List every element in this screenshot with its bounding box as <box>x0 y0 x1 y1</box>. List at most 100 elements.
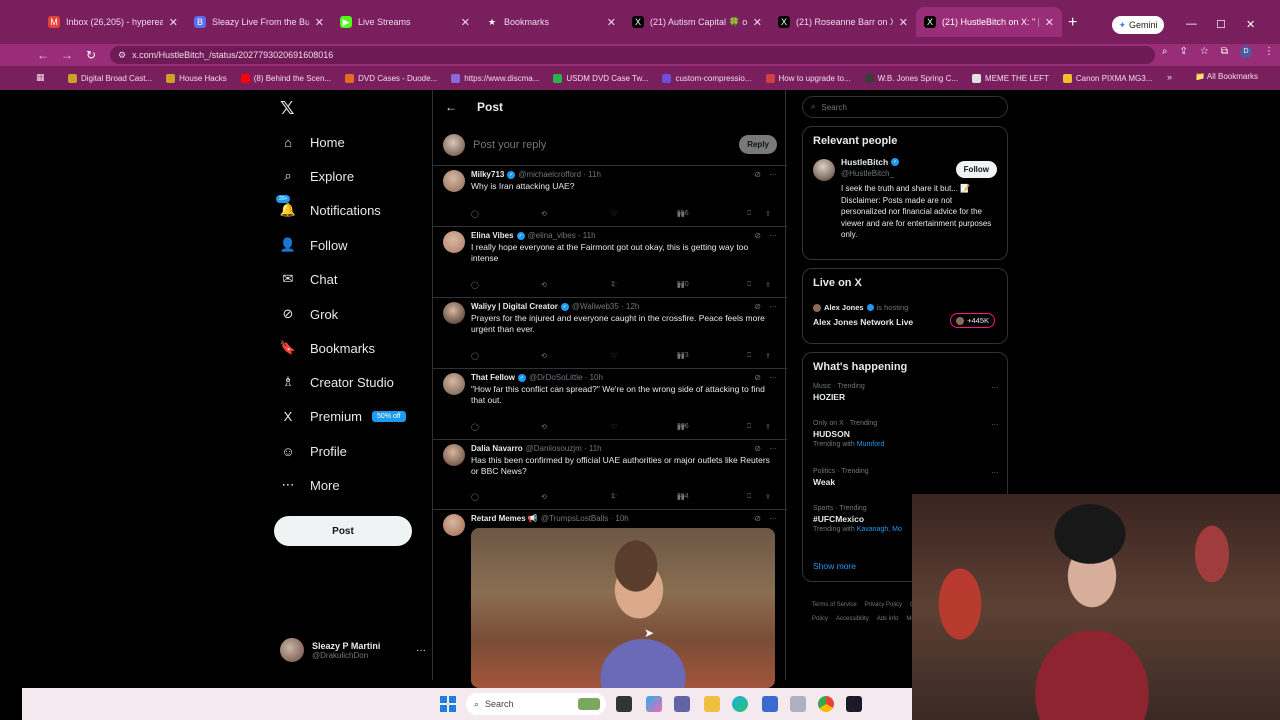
close-tab-icon[interactable]: ✕ <box>753 16 762 29</box>
x-logo-icon[interactable]: 𝕏 <box>280 98 295 119</box>
like-icon[interactable]: ♡ 1 <box>611 493 617 501</box>
reply-post[interactable]: Retard Memes 📢 @TrumpsLostBalls · 10h ⊘ ··· <box>433 510 787 690</box>
avatar[interactable] <box>443 170 465 192</box>
share-icon[interactable]: ⇪ <box>765 281 771 289</box>
grok-icon[interactable]: ⊘ <box>754 302 761 311</box>
back-arrow-icon[interactable]: ← <box>445 100 457 114</box>
footer-link[interactable]: Privacy Policy <box>865 602 902 608</box>
reply-post[interactable]: Elina Vibes ✓ @elina_vibes · 11h ⊘ ··· I real… <box>433 227 787 298</box>
like-icon[interactable]: ♡ 1 <box>611 281 617 289</box>
reply-button[interactable]: Reply <box>739 135 777 154</box>
grok-icon[interactable]: ⊘ <box>754 514 761 523</box>
author-name[interactable]: Waliyy | Digital Creator <box>471 302 558 311</box>
nav-explore[interactable]: ⌕ Explore <box>280 168 354 184</box>
reply-icon[interactable]: ◯ <box>471 352 479 360</box>
trend-with-link[interactable]: Mumford <box>857 441 885 448</box>
repost-icon[interactable]: ⟲ <box>541 423 547 431</box>
edge-icon[interactable] <box>732 696 748 712</box>
file-explorer-icon[interactable] <box>704 696 720 712</box>
trend-item[interactable]: Music · Trending HOZIER ··· <box>813 383 999 402</box>
bookmark-item[interactable]: Digital Broad Cast... <box>68 73 152 83</box>
share-icon[interactable]: ⇪ <box>765 423 771 431</box>
bookmark-item[interactable]: DVD Cases - Duode... <box>345 73 437 83</box>
bookmark-item[interactable]: USDM DVD Case Tw... <box>553 73 648 83</box>
author-name[interactable]: Milky713 <box>471 170 504 179</box>
author-name[interactable]: Elina Vibes <box>471 231 514 240</box>
nav-notifications[interactable]: 🔔 20+ Notifications <box>276 195 381 218</box>
url-bar[interactable]: ⚙ x.com/HustleBitch_/status/202779302069… <box>110 46 1155 64</box>
avatar[interactable] <box>443 444 465 466</box>
bookmark-item[interactable]: Canon PIXMA MG3... <box>1062 73 1152 83</box>
share-icon[interactable]: ⇪ <box>765 493 771 501</box>
author-name[interactable]: Retard Memes 📢 <box>471 514 538 523</box>
more-icon[interactable]: ··· <box>769 514 777 523</box>
live-card[interactable]: Live on X Alex Jones is hosting Alex Jon… <box>802 268 1008 344</box>
repost-icon[interactable]: ⟲ <box>541 210 547 218</box>
nav-more[interactable]: ⋯ More <box>280 477 340 493</box>
nav-creator-studio[interactable]: ♗ Creator Studio <box>280 374 394 390</box>
windows-start-icon[interactable] <box>440 696 456 712</box>
author-name[interactable]: Dalia Navarro <box>471 444 523 453</box>
store-icon[interactable] <box>762 696 778 712</box>
nav-profile[interactable]: ☺ Profile <box>280 443 347 459</box>
bookmark-icon[interactable]: ⎕ <box>747 210 751 218</box>
reply-post[interactable]: That Fellow ✓ @DrDoSoLittle · 10h ⊘ ··· "How … <box>433 369 787 440</box>
views[interactable]: ▮▮ 306 <box>677 423 689 431</box>
close-tab-icon[interactable]: ✕ <box>899 16 908 29</box>
share-icon[interactable]: ⇪ <box>765 352 771 360</box>
repost-icon[interactable]: ⟲ <box>541 352 547 360</box>
avatar[interactable] <box>443 231 465 253</box>
trend-item[interactable]: Politics · Trending Weak ··· <box>813 468 999 487</box>
task-view-icon[interactable] <box>616 696 632 712</box>
avatar[interactable] <box>443 514 465 536</box>
zoom-icon[interactable]: ⌕ <box>1162 46 1168 58</box>
close-tab-icon[interactable]: ✕ <box>315 16 324 29</box>
browser-tab[interactable]: X (21) HustleBitch on X: " 🏢 B ✕ <box>916 7 1062 37</box>
more-icon[interactable]: ··· <box>991 468 999 477</box>
author-name[interactable]: That Fellow <box>471 373 515 382</box>
trend-with-link[interactable]: Kavanagh, Mo <box>857 526 902 533</box>
views[interactable]: ▮▮ 384 <box>677 493 689 501</box>
maximize-icon[interactable]: ☐ <box>1216 18 1226 31</box>
more-icon[interactable]: ··· <box>991 383 999 392</box>
footer-link[interactable]: Ads info <box>877 616 899 622</box>
bookmark-icon[interactable]: ⎕ <box>747 423 751 431</box>
nav-chat[interactable]: ✉ Chat <box>280 271 338 287</box>
reload-icon[interactable]: ↻ <box>80 48 102 62</box>
account-switcher[interactable]: Sleazy P Martini @DrakulichDon ··· <box>280 638 426 662</box>
close-tab-icon[interactable]: ✕ <box>461 16 470 29</box>
nav-premium[interactable]: X Premium 50% off <box>280 408 406 424</box>
taskbar-search[interactable]: ⌕ Search <box>466 693 606 715</box>
minimize-icon[interactable]: — <box>1186 18 1197 30</box>
browser-tab[interactable]: ▶ Live Streams ✕ <box>332 7 478 37</box>
close-window-icon[interactable]: ✕ <box>1246 18 1255 31</box>
grok-icon[interactable]: ⊘ <box>754 444 761 453</box>
share-icon[interactable]: ⇪ <box>765 210 771 218</box>
bookmark-icon[interactable]: ⎕ <box>747 281 751 289</box>
post-button[interactable]: Post <box>274 516 412 546</box>
bookmarks-overflow-icon[interactable]: » <box>1167 72 1172 82</box>
views[interactable]: ▮▮ 573 <box>677 352 689 360</box>
bookmark-item[interactable]: https://www.discma... <box>451 73 539 83</box>
footer-link[interactable]: Accessibility <box>836 616 869 622</box>
extensions-icon[interactable]: ⧉ <box>1221 46 1228 58</box>
back-icon[interactable]: ← <box>32 48 54 62</box>
site-info-icon[interactable]: ⚙ <box>118 50 126 61</box>
bookmark-item[interactable]: How to upgrade to... <box>765 73 851 83</box>
share-icon[interactable]: ⇪ <box>1180 46 1188 58</box>
reply-icon[interactable]: ◯ <box>471 281 479 289</box>
bookmark-item[interactable]: W.B. Jones Spring C... <box>864 73 958 83</box>
star-icon[interactable]: ☆ <box>1200 46 1209 58</box>
chrome-icon[interactable] <box>818 696 834 712</box>
reply-post[interactable]: Milky713 ✓ @michaelcrofford · 11h ⊘ ··· Why i… <box>433 166 787 227</box>
reply-post[interactable]: Waliyy | Digital Creator ✓ @Waliweb35 · 12… <box>433 298 787 369</box>
bookmark-item[interactable]: (8) Behind the Scen... <box>240 73 331 83</box>
reply-input[interactable]: Post your reply <box>473 139 731 151</box>
bookmark-item[interactable]: House Hacks <box>166 73 227 83</box>
more-icon[interactable]: ··· <box>769 373 777 382</box>
copilot-icon[interactable] <box>646 696 662 712</box>
browser-tab[interactable]: B Sleazy Live From the Bunker ✕ <box>186 7 332 37</box>
more-icon[interactable]: ··· <box>769 444 777 453</box>
grok-icon[interactable]: ⊘ <box>754 231 761 240</box>
nav-home[interactable]: ⌂ Home <box>280 134 345 150</box>
